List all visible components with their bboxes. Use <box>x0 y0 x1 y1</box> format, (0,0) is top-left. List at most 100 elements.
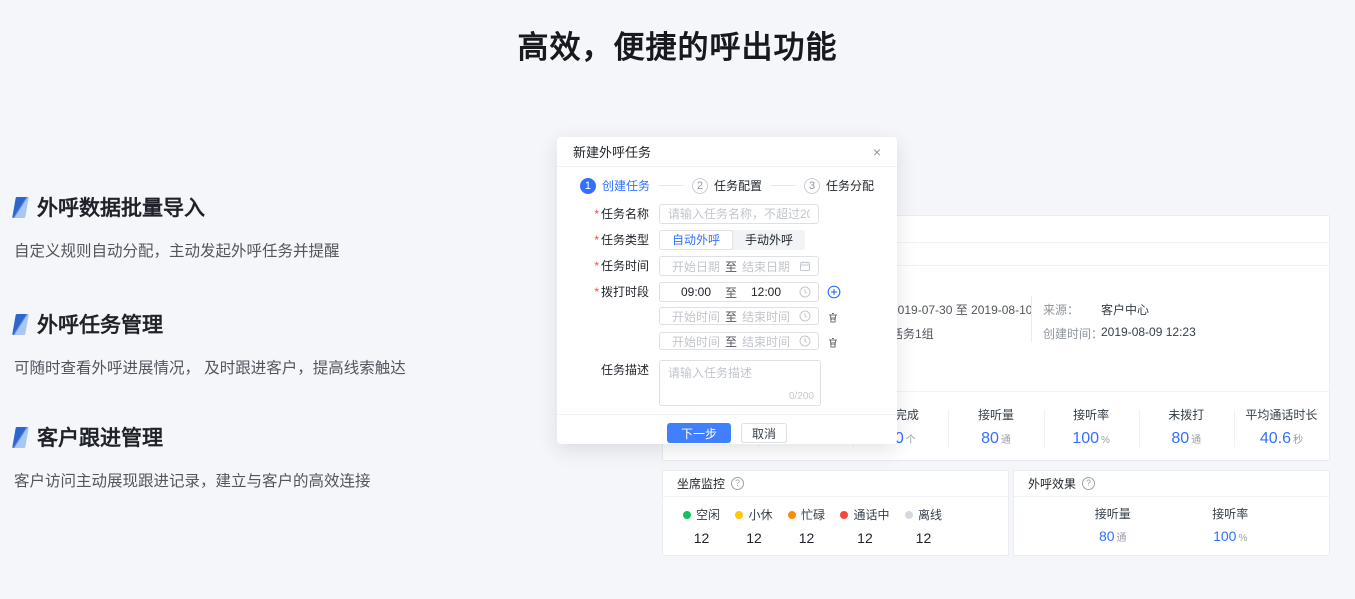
feature-title: 客户跟进管理 <box>37 422 163 452</box>
stat-item: 未拨打 80通 <box>1139 392 1234 461</box>
status-count: 12 <box>857 530 873 546</box>
status-dot <box>735 511 743 519</box>
stat-unit: % <box>1101 435 1110 446</box>
stat-value: 80 <box>1099 528 1115 544</box>
source-label: 来源： <box>1043 301 1079 318</box>
stat-item: 接听量 80通 <box>948 392 1043 461</box>
stat-label: 接听率 <box>1212 505 1248 522</box>
stat-label: 接听量 <box>978 406 1014 423</box>
status-count: 12 <box>916 530 932 546</box>
agent-status-oncall: 通话中 12 <box>840 506 889 546</box>
task-name-label: *任务名称 <box>557 204 659 224</box>
feature-customer-follow: 客户跟进管理 客户访问主动展现跟进记录，建立与客户的高效连接 <box>14 422 534 491</box>
feature-desc: 客户访问主动展现跟进记录，建立与客户的高效连接 <box>14 469 534 491</box>
help-icon[interactable]: ? <box>731 477 744 490</box>
agent-status-offline: 离线 12 <box>905 506 942 546</box>
panel-title: 外呼效果 <box>1028 475 1076 492</box>
page: 高效，便捷的呼出功能 外呼数据批量导入 自定义规则自动分配，主动发起外呼任务并提… <box>0 0 1355 599</box>
stat-value: 100 <box>1072 430 1099 447</box>
status-dot <box>788 511 796 519</box>
status-count: 12 <box>799 530 815 546</box>
call-time-picker-1[interactable]: 09:00 至 12:00 <box>659 282 819 302</box>
step-task-config[interactable]: 2 任务配置 <box>692 177 762 194</box>
stat-unit: 个 <box>906 435 916 446</box>
task-date-label: *任务时间 <box>557 256 659 276</box>
bracket-icon <box>12 314 29 335</box>
feature-desc: 可随时查看外呼进展情况， 及时跟进客户，提高线索触达 <box>14 356 534 378</box>
stat-label: 平均通话时长 <box>1245 406 1317 423</box>
stat-value: 80 <box>981 430 999 447</box>
stat-unit: 秒 <box>1293 435 1303 446</box>
new-outbound-task-modal: 新建外呼任务 × 1 创建任务 2 任务配置 3 任务分配 *任务名称 <box>557 137 897 444</box>
clock-icon <box>799 335 811 347</box>
help-icon[interactable]: ? <box>1082 477 1095 490</box>
outbound-effect-panel: 外呼效果 ? 接听量 80通 接听率 100% <box>1013 470 1330 556</box>
task-name-input[interactable] <box>659 204 819 224</box>
created-label: 创建时间： <box>1043 325 1103 342</box>
agent-status-busy: 忙碌 12 <box>788 506 825 546</box>
effect-stat: 接听率 100% <box>1172 505 1290 546</box>
feature-title: 外呼数据批量导入 <box>37 192 205 222</box>
calendar-icon <box>799 260 811 272</box>
stat-item: 接听率 100% <box>1044 392 1139 461</box>
modal-footer: 下一步 取消 <box>557 414 897 443</box>
task-form: *任务名称 *任务类型 自动外呼 手动外呼 *任务时间 开始日期 至 结束日期 <box>557 204 897 406</box>
status-dot <box>840 511 848 519</box>
effect-stat: 接听量 80通 <box>1054 505 1172 546</box>
step-connector <box>770 185 796 186</box>
agent-status-break: 小休 12 <box>735 506 772 546</box>
close-icon[interactable]: × <box>873 145 881 159</box>
delete-time-icon[interactable] <box>827 307 839 327</box>
task-type-manual-option[interactable]: 手动外呼 <box>733 230 805 250</box>
task-date-range: 2019-07-30 至 2019-08-10 <box>891 301 1032 318</box>
agent-monitor-panel: 坐席监控 ? 空闲 12 小休 12 忙碌 12 通话中 12 离线 12 <box>662 470 1009 556</box>
call-time-picker-2[interactable]: 开始时间 至 结束时间 <box>659 307 819 325</box>
stat-unit: 通 <box>1001 435 1011 446</box>
status-dot <box>905 511 913 519</box>
panel-title: 坐席监控 <box>677 475 725 492</box>
task-date-range-picker[interactable]: 开始日期 至 结束日期 <box>659 256 819 276</box>
task-type-label: *任务类型 <box>557 230 659 250</box>
task-desc-label: 任务描述 <box>557 360 659 380</box>
stat-label: 接听量 <box>1095 505 1131 522</box>
char-counter: 0/200 <box>789 391 814 402</box>
page-title: 高效，便捷的呼出功能 <box>0 22 1355 67</box>
status-count: 12 <box>746 530 762 546</box>
stat-value: 100 <box>1213 528 1236 544</box>
stat-label: 接听率 <box>1073 406 1109 423</box>
feature-batch-import: 外呼数据批量导入 自定义规则自动分配，主动发起外呼任务并提醒 <box>14 192 534 261</box>
created-value: 2019-08-09 12:23 <box>1101 325 1196 339</box>
modal-title: 新建外呼任务 <box>573 142 651 161</box>
step-task-assign[interactable]: 3 任务分配 <box>804 177 874 194</box>
stat-unit: % <box>1238 533 1247 544</box>
stepper: 1 创建任务 2 任务配置 3 任务分配 <box>557 177 897 194</box>
status-dot <box>683 511 691 519</box>
step-connector <box>658 185 684 186</box>
task-type-auto-option[interactable]: 自动外呼 <box>659 230 733 250</box>
next-step-button[interactable]: 下一步 <box>667 423 731 443</box>
stat-item: 平均通话时长 40.6秒 <box>1234 392 1329 461</box>
add-time-icon[interactable] <box>827 282 841 302</box>
step-create-task[interactable]: 1 创建任务 <box>580 177 650 194</box>
feature-desc: 自定义规则自动分配，主动发起外呼任务并提醒 <box>14 239 534 261</box>
clock-icon <box>799 286 811 298</box>
status-count: 12 <box>694 530 710 546</box>
cancel-button[interactable]: 取消 <box>741 423 787 443</box>
source-value: 客户中心 <box>1101 301 1149 318</box>
task-type-segmented: 自动外呼 手动外呼 <box>659 230 805 250</box>
stat-unit: 通 <box>1191 435 1201 446</box>
call-time-picker-3[interactable]: 开始时间 至 结束时间 <box>659 332 819 350</box>
delete-time-icon[interactable] <box>827 332 839 352</box>
info-divider <box>1031 296 1032 342</box>
feature-title: 外呼任务管理 <box>37 309 163 339</box>
task-group: 话务1组 <box>891 325 934 342</box>
clock-icon <box>799 310 811 322</box>
stat-value: 80 <box>1171 430 1189 447</box>
bracket-icon <box>12 427 29 448</box>
stat-label: 未拨打 <box>1168 406 1204 423</box>
stat-value: 40.6 <box>1260 430 1291 447</box>
call-time-label: *拨打时段 <box>557 282 659 302</box>
task-desc-field: 0/200 <box>659 360 821 406</box>
feature-task-management: 外呼任务管理 可随时查看外呼进展情况， 及时跟进客户，提高线索触达 <box>14 309 534 378</box>
agent-status-idle: 空闲 12 <box>683 506 720 546</box>
